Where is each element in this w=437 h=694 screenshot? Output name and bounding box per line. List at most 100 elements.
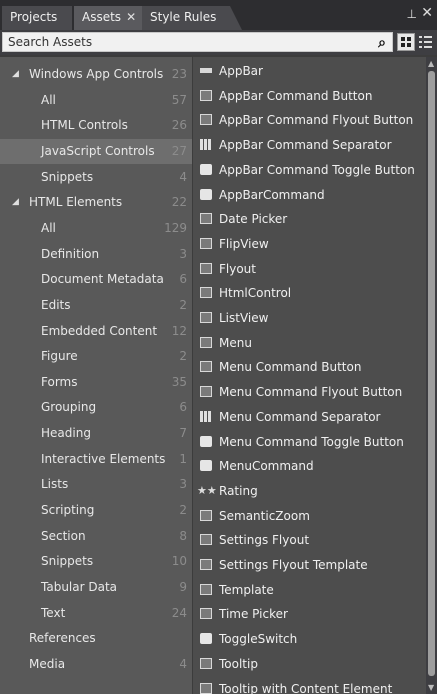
asset-item-label: MenuCommand: [219, 459, 314, 474]
tab-assets[interactable]: Assets ✕: [74, 6, 142, 30]
scroll-down-icon[interactable]: ▼: [428, 683, 434, 692]
asset-item[interactable]: Date Picker: [193, 207, 426, 232]
asset-item[interactable]: AppBar Command Button: [193, 84, 426, 109]
tree-item-count: 22: [171, 195, 187, 210]
asset-box-icon: [200, 312, 212, 323]
tree-item-count: 1: [179, 451, 187, 466]
tree-item-label: Interactive Elements: [41, 451, 166, 466]
tree-item[interactable]: Edits 2: [0, 293, 192, 318]
tree-item[interactable]: Section 8: [0, 524, 192, 549]
scroll-up-icon[interactable]: ▲: [428, 59, 434, 68]
tree-item-count: 27: [171, 143, 187, 158]
tree-item[interactable]: Grouping 6: [0, 395, 192, 420]
pin-icon[interactable]: ⊥: [407, 7, 417, 21]
asset-item[interactable]: AppBar Command Toggle Button: [193, 158, 426, 183]
expand-triangle-icon[interactable]: ◢: [12, 190, 19, 215]
asset-item[interactable]: Settings Flyout: [193, 528, 426, 553]
tree-item[interactable]: Heading 7: [0, 421, 192, 446]
asset-item[interactable]: Settings Flyout Template: [193, 553, 426, 578]
tree-item-label: Snippets: [41, 169, 94, 184]
asset-item[interactable]: AppBar Command Flyout Button: [193, 108, 426, 133]
asset-item-label: Rating: [219, 483, 258, 498]
tree-item[interactable]: Snippets 10: [0, 549, 192, 574]
tree-item[interactable]: Scripting 2: [0, 498, 192, 523]
tree-item-count: 57: [171, 92, 187, 107]
tree-item-count: 23: [171, 67, 187, 81]
tree-item[interactable]: ◢ Windows App Controls 23: [0, 62, 192, 87]
tree-item[interactable]: Interactive Elements 1: [0, 447, 192, 472]
asset-item[interactable]: ★★ Rating: [193, 479, 426, 504]
tree-item-label: Media: [29, 656, 66, 671]
asset-item[interactable]: AppBar: [193, 59, 426, 84]
asset-item[interactable]: HtmlControl: [193, 281, 426, 306]
tree-item[interactable]: References: [0, 626, 192, 651]
asset-item[interactable]: Menu Command Toggle Button: [193, 430, 426, 455]
tree-item[interactable]: Tabular Data 9: [0, 575, 192, 600]
tree-item[interactable]: Embedded Content 12: [0, 319, 192, 344]
tab-close-icon[interactable]: ✕: [126, 10, 136, 24]
asset-item[interactable]: Menu Command Separator: [193, 405, 426, 430]
asset-item[interactable]: Menu: [193, 331, 426, 356]
tree-item-count: 2: [179, 297, 187, 312]
asset-item-label: Menu Command Flyout Button: [219, 385, 403, 400]
list-view-button[interactable]: [417, 33, 435, 51]
tree-item[interactable]: Media 4: [0, 652, 192, 677]
asset-item[interactable]: AppBarCommand: [193, 183, 426, 208]
asset-item[interactable]: SemanticZoom: [193, 504, 426, 529]
tree-item[interactable]: Text 24: [0, 601, 192, 626]
tree-item-count: 26: [171, 118, 187, 133]
close-icon[interactable]: ✕: [421, 5, 433, 21]
asset-dark-icon: [200, 435, 212, 447]
tree-item-count: 4: [179, 169, 187, 184]
tree-item[interactable]: All 129: [0, 216, 192, 241]
asset-item-label: Menu Command Toggle Button: [219, 434, 404, 449]
search-icon[interactable]: ⌕: [378, 34, 386, 52]
asset-item-label: Settings Flyout: [219, 533, 310, 548]
asset-item[interactable]: Time Picker: [193, 602, 426, 627]
asset-item-label: ListView: [219, 311, 269, 325]
tab-projects[interactable]: Projects: [2, 6, 72, 30]
tree-item-label: HTML Controls: [41, 118, 128, 133]
asset-item[interactable]: AppBar Command Separator: [193, 133, 426, 158]
asset-item[interactable]: Tooltip: [193, 652, 426, 677]
tree-item[interactable]: Figure 2: [0, 344, 192, 369]
scrollbar-thumb[interactable]: [428, 71, 435, 676]
asset-item[interactable]: ToggleSwitch: [193, 627, 426, 652]
asset-star-icon: ★★: [197, 483, 217, 497]
asset-item[interactable]: Tooltip with Content Element: [193, 677, 426, 694]
asset-item[interactable]: MenuCommand: [193, 454, 426, 479]
asset-box-icon: [200, 361, 212, 373]
asset-item[interactable]: FlipView: [193, 232, 426, 257]
scrollbar[interactable]: ▲ ▼: [426, 57, 437, 694]
asset-item[interactable]: Menu Command Flyout Button: [193, 380, 426, 405]
tab-style-rules-label: Style Rules: [150, 10, 217, 24]
asset-item[interactable]: ListView: [193, 306, 426, 331]
tree-item[interactable]: Lists 3: [0, 472, 192, 497]
tab-style-rules[interactable]: Style Rules: [142, 6, 242, 30]
asset-item[interactable]: Flyout: [193, 257, 426, 282]
tree-item[interactable]: Forms 35: [0, 370, 192, 395]
tree-item[interactable]: Snippets 4: [0, 165, 192, 190]
tree-item[interactable]: JavaScript Controls 27: [0, 138, 192, 164]
asset-item-label: AppBar Command Button: [219, 88, 373, 103]
tree-item[interactable]: Definition 3: [0, 242, 192, 267]
asset-box-icon: [200, 583, 212, 595]
tree-item-label: Definition: [41, 246, 100, 261]
asset-dark-icon: [200, 633, 212, 645]
tree-item[interactable]: All 57: [0, 88, 192, 113]
asset-box-icon: [200, 262, 212, 274]
asset-item-label: AppBar Command Separator: [219, 138, 392, 153]
asset-item[interactable]: Menu Command Button: [193, 355, 426, 380]
search-input[interactable]: Search Assets ⌕: [2, 32, 393, 52]
tree-item-label: Scripting: [41, 503, 95, 518]
expand-triangle-icon[interactable]: ◢: [12, 62, 19, 87]
tree-item[interactable]: Document Metadata 6: [0, 267, 192, 292]
tree-item[interactable]: ◢ HTML Elements 22: [0, 190, 192, 215]
asset-dark-icon: [200, 188, 212, 200]
tree-item[interactable]: HTML Controls 26: [0, 113, 192, 138]
grid-view-button[interactable]: [397, 33, 415, 51]
asset-item[interactable]: Template: [193, 578, 426, 603]
asset-item-label: AppBar: [219, 64, 263, 78]
category-tree: ◢ Windows App Controls 23 All 57 HTML Control…: [0, 57, 192, 694]
asset-box-icon: [200, 114, 212, 126]
